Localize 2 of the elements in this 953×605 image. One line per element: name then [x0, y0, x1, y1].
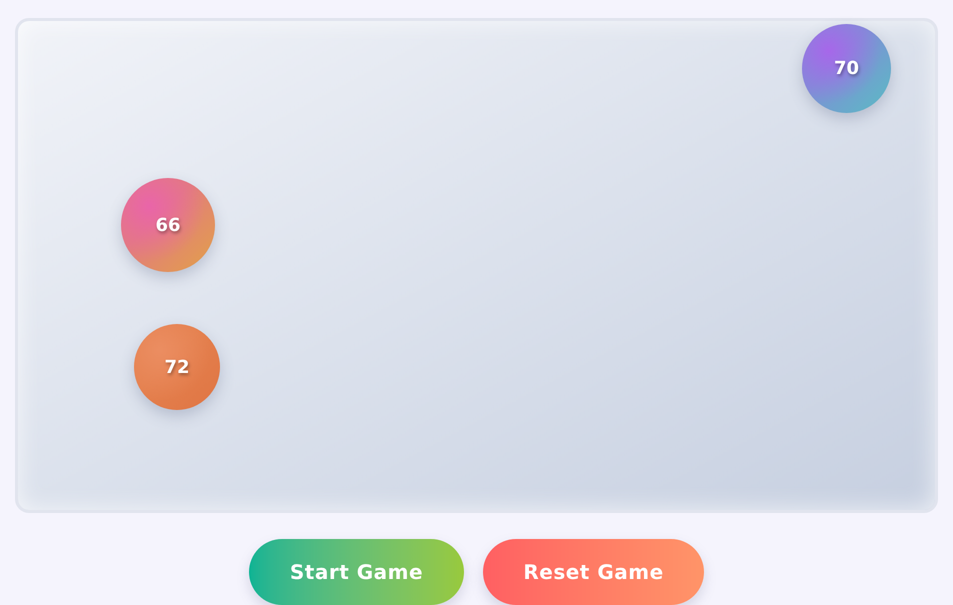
reset-button[interactable]: Reset Game — [483, 539, 704, 605]
start-button[interactable]: Start Game — [249, 539, 464, 605]
